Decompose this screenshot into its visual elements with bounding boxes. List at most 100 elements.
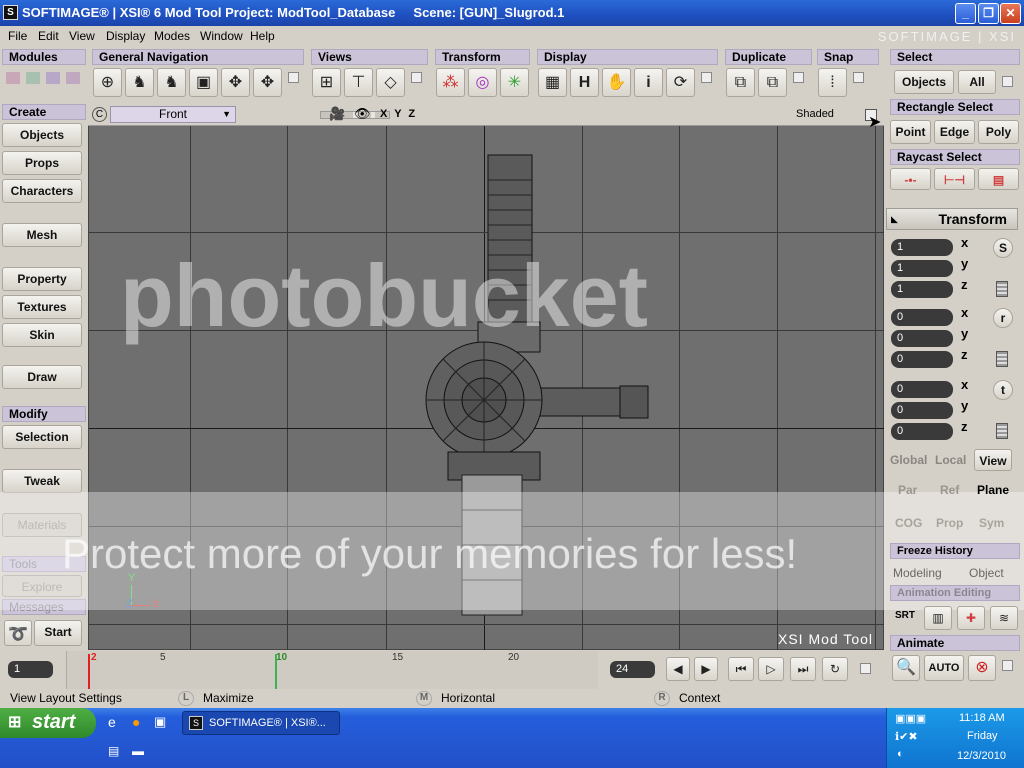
display-mode[interactable]: Shaded (796, 108, 834, 120)
prop-button[interactable]: Prop (936, 516, 963, 530)
sym-button[interactable]: Sym (979, 516, 1004, 530)
end-frame-field[interactable]: 24 (610, 661, 655, 678)
selection-button[interactable]: Selection (2, 425, 82, 449)
scale-z-label[interactable]: z (961, 277, 968, 292)
srt-button[interactable]: SRT (895, 610, 915, 621)
transform-panel-header[interactable]: Transform (886, 208, 1018, 230)
property-button[interactable]: Property (2, 267, 82, 291)
axis-toggles[interactable]: X Y Z (380, 108, 417, 120)
menu-edit[interactable]: Edit (38, 29, 59, 43)
start-button[interactable]: Start (34, 620, 82, 646)
taskbar-task-softimage[interactable]: S SOFTIMAGE® | XSI®... (182, 711, 340, 735)
menu-window[interactable]: Window (200, 29, 243, 43)
object-button[interactable]: Object (969, 566, 1004, 580)
scale-x-field[interactable]: 1 (891, 239, 953, 256)
dolly-icon[interactable]: ✥ (253, 68, 282, 97)
translate-mode-button[interactable]: t (993, 380, 1013, 400)
rotate-y-field[interactable]: 0 (891, 330, 953, 347)
rotate-mode-button[interactable]: r (993, 308, 1013, 328)
texture-view-icon[interactable]: ◇ (376, 68, 405, 97)
schematic-icon[interactable]: ⊞ (312, 68, 341, 97)
last-frame-icon[interactable]: ⏭ (790, 657, 816, 681)
scale-x-label[interactable]: x (961, 235, 968, 250)
quicklaunch-icon[interactable]: ▣ (154, 714, 166, 730)
restore-button[interactable]: ❐ (978, 3, 999, 24)
start-frame-field[interactable]: 1 (8, 661, 53, 678)
toolbar-menu-icon[interactable] (288, 72, 299, 83)
ref-button[interactable]: Ref (940, 483, 959, 497)
par-button[interactable]: Par (898, 483, 917, 497)
minimize-button[interactable]: _ (955, 3, 976, 24)
translate-z-field[interactable]: 0 (891, 423, 953, 440)
timeline[interactable]: 1 2 5 10 15 20 24 ◀ ▶ ⏮ ▷ ⏭ ↻ (0, 651, 885, 689)
rotate-x-label[interactable]: x (961, 305, 968, 320)
quicklaunch-icon[interactable]: ▬ (132, 744, 144, 758)
scale-mode-button[interactable]: S (993, 238, 1013, 258)
ie-icon[interactable]: e (108, 714, 116, 730)
title-bar[interactable]: S SOFTIMAGE® | XSI® 6 Mod Tool Project: … (0, 0, 1024, 26)
scale-z-field[interactable]: 1 (891, 281, 953, 298)
raycast-poly-icon[interactable]: ▤ (978, 168, 1019, 190)
fcurve-icon[interactable]: ▥ (924, 606, 952, 630)
volume-icon[interactable]: ◐ (897, 748, 904, 760)
create-objects-button[interactable]: Objects (2, 123, 82, 147)
rotate-icon[interactable]: ◎ (468, 68, 497, 97)
create-characters-button[interactable]: Characters (2, 179, 82, 203)
playhead[interactable] (88, 654, 90, 689)
point-button[interactable]: Point (890, 120, 931, 144)
playback-menu-icon[interactable] (860, 663, 871, 674)
rotate-lock-icon[interactable] (996, 351, 1008, 367)
auto-key-button[interactable]: AUTO (924, 655, 964, 681)
play-icon[interactable]: ▷ (758, 657, 784, 681)
orbit-icon[interactable]: ♞ (125, 68, 154, 97)
menu-help[interactable]: Help (250, 29, 275, 43)
raycast-edge-icon[interactable]: ⊢⊣ (934, 168, 975, 190)
duplicate-multiple-icon[interactable]: ⧉ (758, 68, 787, 97)
menu-file[interactable]: File (8, 29, 27, 43)
close-button[interactable]: ✕ (1000, 3, 1021, 24)
menu-display[interactable]: Display (106, 29, 145, 43)
rotate-z-label[interactable]: z (961, 347, 968, 362)
desktop-icon[interactable]: ▤ (108, 744, 119, 758)
select-all-button[interactable]: All (958, 70, 996, 94)
scale-y-label[interactable]: y (961, 256, 968, 271)
hand-icon[interactable]: ✋ (602, 68, 631, 97)
select-objects-button[interactable]: Objects (894, 70, 954, 94)
draw-button[interactable]: Draw (2, 365, 82, 389)
track-icon[interactable]: ✥ (221, 68, 250, 97)
textures-button[interactable]: Textures (2, 295, 82, 319)
video-camera-icon[interactable]: 🎥 (329, 106, 345, 122)
toolbar-menu-icon[interactable] (853, 72, 864, 83)
refresh-icon[interactable]: ⟳ (666, 68, 695, 97)
translate-y-field[interactable]: 0 (891, 402, 953, 419)
scale-lock-icon[interactable] (996, 281, 1008, 297)
tweak-button[interactable]: Tweak (2, 469, 82, 493)
menu-view[interactable]: View (69, 29, 95, 43)
animate-menu-icon[interactable] (1002, 660, 1013, 671)
translate-lock-icon[interactable] (996, 423, 1008, 439)
start-menu-button[interactable]: ⊞ start (0, 708, 96, 738)
tray-icon[interactable]: ℹ✔✖ (895, 730, 918, 743)
translate-icon[interactable]: ✳ (500, 68, 529, 97)
collapse-icon[interactable]: ◣ (891, 214, 898, 225)
layers-icon[interactable]: ≋ (990, 606, 1018, 630)
module-swatch[interactable] (66, 72, 80, 84)
toolbar-menu-icon[interactable] (793, 72, 804, 83)
navigate-icon[interactable]: ⊕ (93, 68, 122, 97)
rotate-y-label[interactable]: y (961, 326, 968, 341)
translate-y-label[interactable]: y (961, 398, 968, 413)
key-icon[interactable]: 🔍 (892, 655, 920, 681)
translate-x-label[interactable]: x (961, 377, 968, 392)
raycast-point-icon[interactable]: -•- (890, 168, 931, 190)
modeling-button[interactable]: Modeling (893, 566, 942, 580)
prev-frame-icon[interactable]: ◀ (666, 657, 690, 681)
snap-grid-icon[interactable]: ⁞ (818, 68, 847, 97)
module-swatch[interactable] (6, 72, 20, 84)
freeze-history-header[interactable]: Freeze History (890, 543, 1020, 559)
global-button[interactable]: Global (890, 453, 927, 467)
rotate-z-field[interactable]: 0 (891, 351, 953, 368)
firefox-icon[interactable]: ● (132, 714, 140, 730)
duplicate-icon[interactable]: ⧉ (726, 68, 755, 97)
first-frame-icon[interactable]: ⏮ (728, 657, 754, 681)
loop-icon[interactable]: ↻ (822, 657, 848, 681)
